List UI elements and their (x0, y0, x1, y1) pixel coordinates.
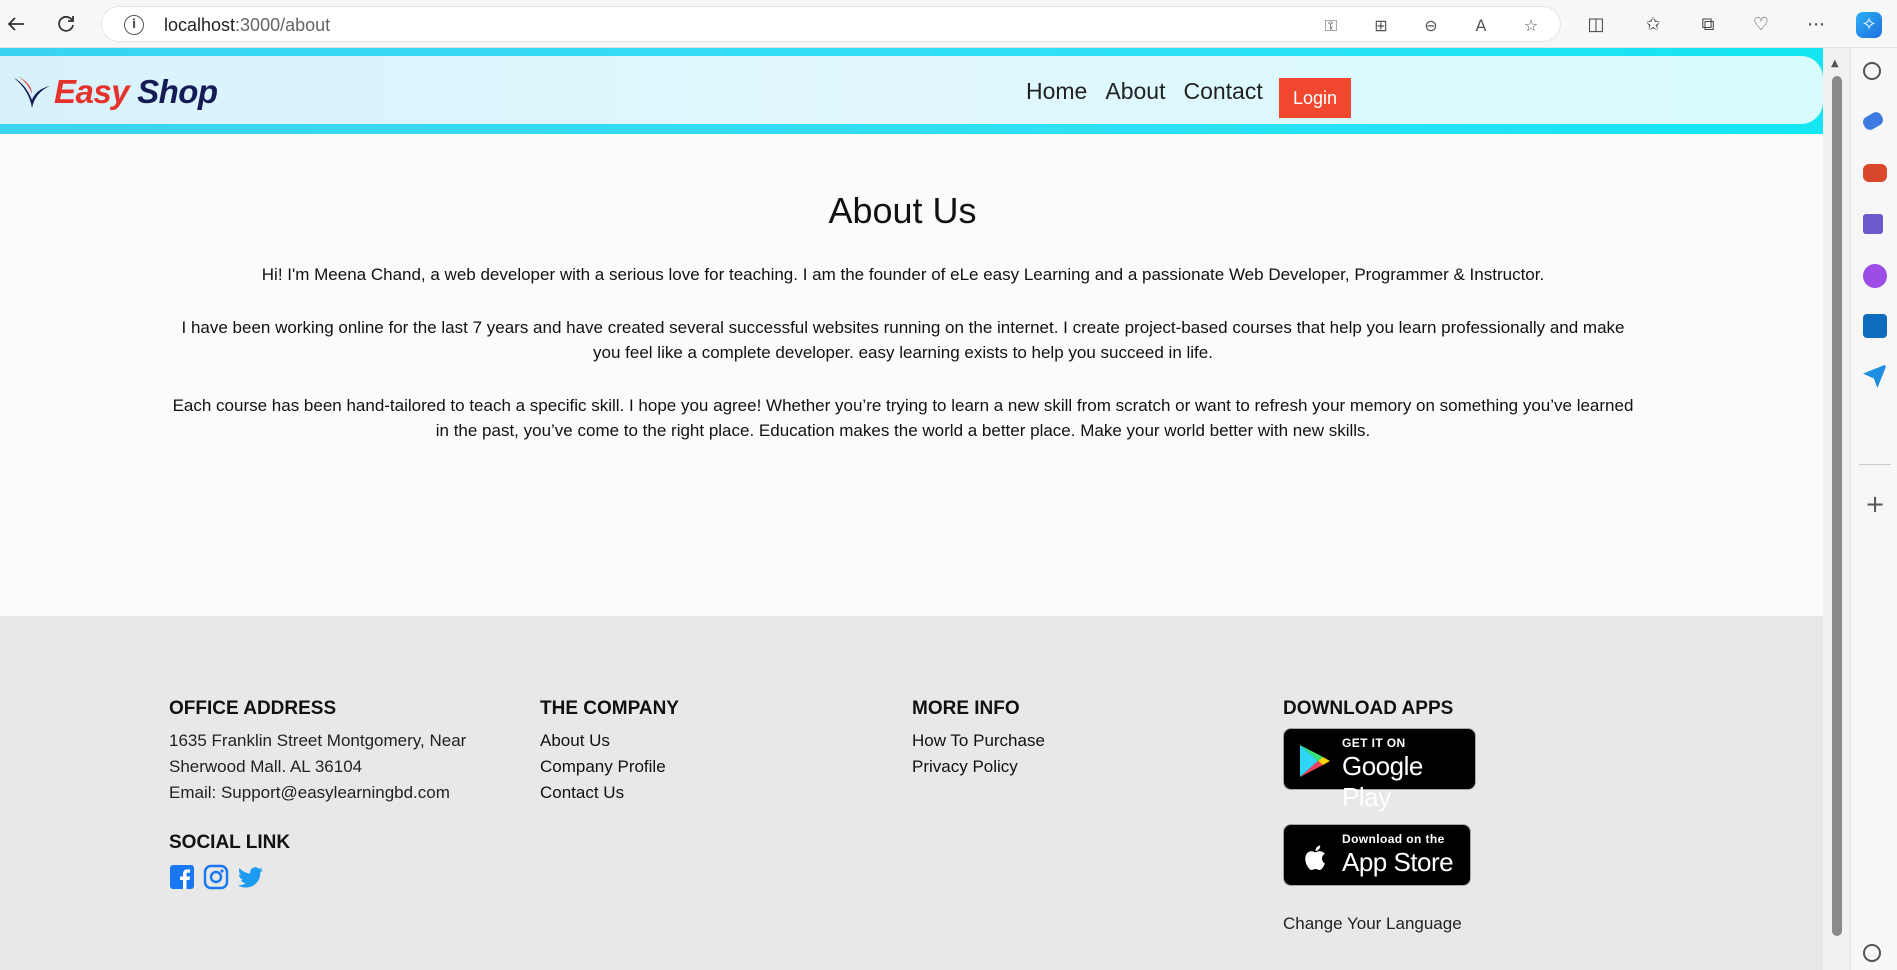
browser-toolbar: i localhost:3000/about ⚿ ⊞ ⊖ A ☆ ◫ ✩ ⧉ ♡… (0, 0, 1897, 48)
nav-contact-link[interactable]: Contact (1183, 78, 1262, 105)
sidebar-divider (1859, 464, 1891, 465)
about-paragraph-3: Each course has been hand-tailored to te… (172, 396, 1634, 440)
footer-link-contact-us[interactable]: Contact Us (540, 780, 679, 806)
login-button[interactable]: Login (1279, 78, 1351, 118)
footer-company-column: THE COMPANY About Us Company Profile Con… (540, 698, 679, 806)
facebook-icon[interactable] (169, 864, 195, 890)
page-viewport: Easy Shop Home About Contact Login About… (0, 48, 1823, 970)
footer-more-info-column: MORE INFO How To Purchase Privacy Policy (912, 698, 1045, 780)
social-icons (169, 864, 466, 890)
footer-link-company-profile[interactable]: Company Profile (540, 754, 679, 780)
header-bar: Easy Shop Home About Contact Login (0, 56, 1823, 124)
company-heading: THE COMPANY (540, 698, 679, 719)
instagram-icon[interactable] (203, 864, 229, 890)
nav-home-link[interactable]: Home (1026, 78, 1087, 105)
social-heading: SOCIAL LINK (169, 832, 291, 853)
address-bar[interactable]: i localhost:3000/about ⚿ ⊞ ⊖ A ☆ (101, 6, 1561, 42)
shopping-tag-icon[interactable] (1860, 109, 1886, 133)
about-paragraph-2: I have been working online for the last … (181, 318, 1625, 362)
more-menu-icon[interactable]: ⋯ (1803, 12, 1829, 38)
refresh-icon[interactable] (50, 8, 82, 40)
site-info-icon[interactable]: i (124, 15, 144, 35)
app-store-small-text: Download on the (1342, 832, 1445, 846)
url-text[interactable]: localhost:3000/about (164, 15, 330, 36)
footer-office-column: OFFICE ADDRESS 1635 Franklin Street Mont… (169, 698, 466, 890)
site-logo[interactable]: Easy Shop (12, 70, 218, 114)
read-aloud-icon[interactable]: A (1470, 15, 1492, 37)
send-icon[interactable] (1863, 364, 1887, 388)
app-store-big-text: App Store (1342, 847, 1454, 877)
about-section: About Us Hi! I'm Meena Chand, a web deve… (0, 134, 1823, 616)
outlook-icon[interactable] (1863, 314, 1887, 338)
collections-icon[interactable]: ⧉ (1695, 12, 1721, 38)
key-icon[interactable]: ⚿ (1320, 15, 1342, 37)
download-apps-heading: DOWNLOAD APPS (1283, 698, 1454, 719)
search-icon[interactable] (1863, 62, 1881, 80)
main-nav: Home About Contact (1026, 78, 1263, 105)
microsoft365-icon[interactable] (1863, 264, 1887, 288)
logo-swoosh-icon (14, 76, 50, 108)
footer-link-privacy-policy[interactable]: Privacy Policy (912, 754, 1045, 780)
apple-icon (1305, 845, 1325, 871)
site-header: Easy Shop Home About Contact Login (0, 48, 1823, 134)
zoom-out-icon[interactable]: ⊖ (1420, 15, 1442, 37)
nav-about-link[interactable]: About (1105, 78, 1165, 105)
address-line-2: Sherwood Mall. AL 36104 (169, 757, 363, 776)
change-language-link[interactable]: Change Your Language (1283, 914, 1476, 934)
scroll-up-arrow-icon[interactable]: ▲ (1831, 58, 1839, 69)
split-screen-icon[interactable]: ◫ (1583, 12, 1609, 38)
scroll-thumb[interactable] (1832, 76, 1842, 936)
add-icon[interactable]: + (1863, 492, 1887, 516)
google-play-badge[interactable]: GET IT ON Google Play (1283, 728, 1476, 812)
copilot-icon[interactable]: ✧ (1856, 12, 1882, 38)
social-block: SOCIAL LINK (169, 832, 466, 890)
games-icon[interactable] (1863, 214, 1883, 234)
site-footer: OFFICE ADDRESS 1635 Franklin Street Mont… (0, 616, 1823, 970)
about-paragraph-1: Hi! I'm Meena Chand, a web developer wit… (261, 265, 1545, 284)
logo-shop-text: Shop (137, 73, 218, 110)
tools-icon[interactable] (1863, 164, 1887, 182)
office-heading: OFFICE ADDRESS (169, 698, 337, 719)
settings-gear-icon[interactable] (1863, 944, 1881, 962)
page-title: About Us (828, 190, 977, 231)
back-icon[interactable] (0, 8, 32, 40)
email-line: Email: Support@easylearningbd.com (169, 783, 450, 802)
logo-easy-text: Easy (54, 73, 130, 110)
footer-link-about-us[interactable]: About Us (540, 728, 679, 754)
browser-essentials-icon[interactable]: ♡ (1748, 12, 1774, 38)
favorites-icon[interactable]: ✩ (1640, 12, 1666, 38)
google-play-icon (1300, 745, 1330, 777)
browser-sidebar: + (1850, 48, 1897, 970)
apps-icon[interactable]: ⊞ (1370, 15, 1392, 37)
footer-link-how-to-purchase[interactable]: How To Purchase (912, 728, 1045, 754)
google-play-small-text: GET IT ON (1342, 736, 1406, 750)
google-play-big-text: Google Play (1342, 751, 1423, 812)
twitter-icon[interactable] (237, 864, 263, 890)
address-line-1: 1635 Franklin Street Montgomery, Near (169, 731, 467, 750)
app-store-badge[interactable]: Download on the App Store (1283, 824, 1471, 886)
footer-apps-column: DOWNLOAD APPS GET IT ON Google Play Down… (1283, 698, 1476, 934)
favorite-star-icon[interactable]: ☆ (1520, 15, 1542, 37)
page-scrollbar[interactable]: ▲ (1823, 48, 1850, 970)
more-info-heading: MORE INFO (912, 698, 1020, 719)
